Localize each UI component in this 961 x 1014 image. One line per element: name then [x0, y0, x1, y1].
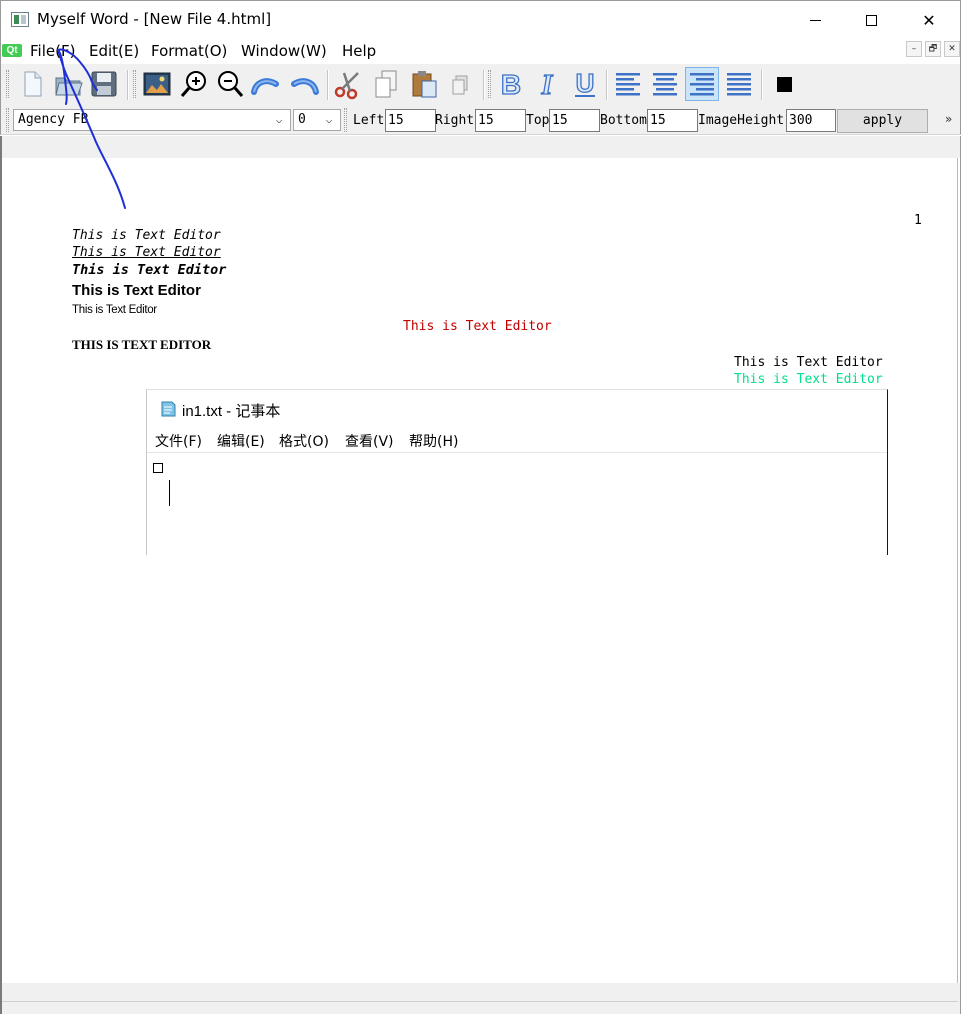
- notepad-icon: [161, 401, 176, 417]
- zoom-out-icon[interactable]: [213, 67, 247, 101]
- toolbar-separator: [327, 70, 329, 100]
- toolbar-grip[interactable]: [6, 108, 9, 132]
- underline-icon[interactable]: U: [568, 67, 602, 101]
- main-toolbar: B I U: [0, 64, 961, 104]
- minimize-icon: [809, 19, 821, 21]
- svg-text:I: I: [541, 70, 554, 100]
- chevron-down-icon: ⌵: [325, 113, 333, 126]
- toolbar-separator: [483, 70, 485, 100]
- notepad-menu-view[interactable]: 查看(V): [345, 431, 394, 451]
- zoom-in-icon[interactable]: [177, 67, 211, 101]
- image-height-input[interactable]: 300: [786, 109, 836, 132]
- notepad-menu-divider: [147, 452, 887, 453]
- open-file-icon[interactable]: [51, 67, 85, 101]
- app-icon: [11, 12, 29, 27]
- align-center-icon[interactable]: [648, 67, 682, 101]
- align-right-icon[interactable]: [685, 67, 719, 101]
- menu-edit[interactable]: Edit(E): [89, 42, 139, 60]
- status-bar: [0, 983, 961, 1014]
- title-bar: Myself Word - [New File 4.html] ✕: [0, 0, 961, 38]
- toolbar-separator: [761, 70, 763, 100]
- document-text-line[interactable]: This is Text Editor: [72, 304, 157, 316]
- toolbar-grip[interactable]: [344, 108, 347, 132]
- notepad-content-glyph: [153, 463, 163, 473]
- italic-icon[interactable]: I: [530, 67, 564, 101]
- font-size-select[interactable]: 0 ⌵: [293, 109, 341, 131]
- menu-help[interactable]: Help: [342, 42, 376, 60]
- svg-text:B: B: [501, 69, 521, 100]
- document-text-line[interactable]: This is Text Editor: [72, 228, 221, 243]
- mdi-close-button[interactable]: ✕: [944, 41, 960, 57]
- document-text-line[interactable]: This is Text Editor: [403, 319, 552, 334]
- window-title: Myself Word - [New File 4.html]: [37, 10, 272, 28]
- image-height-label: ImageHeight: [698, 113, 785, 128]
- document-text-line[interactable]: This is Text Editor: [72, 282, 201, 299]
- apply-button[interactable]: apply: [837, 109, 928, 133]
- notepad-menu-help[interactable]: 帮助(H): [409, 431, 458, 451]
- document-text-line[interactable]: This is Text Editor: [72, 262, 226, 278]
- copy-icon[interactable]: [369, 67, 403, 101]
- close-icon: ✕: [922, 10, 936, 30]
- notepad-title: in1.txt - 记事本: [182, 403, 281, 420]
- menu-bar: Qt File(F) Edit(E) Format(O) Window(W) H…: [0, 38, 961, 64]
- toolbar-grip[interactable]: [133, 70, 136, 98]
- left-margin-input[interactable]: 15: [385, 109, 436, 132]
- page-number: 1: [914, 213, 922, 228]
- paste-icon[interactable]: [407, 67, 441, 101]
- mdi-minimize-button[interactable]: –: [906, 41, 922, 57]
- font-family-select[interactable]: Agency FB ⌵: [13, 109, 291, 131]
- text-color-icon[interactable]: [767, 67, 801, 101]
- menu-window[interactable]: Window(W): [241, 42, 327, 60]
- document-text-line[interactable]: THIS IS TEXT EDITOR: [72, 337, 211, 353]
- maximize-icon: [865, 14, 877, 26]
- format-toolbar: Agency FB ⌵ 0 ⌵ Left 15 Right 15 Top 15 …: [0, 104, 961, 135]
- minimize-button[interactable]: [786, 1, 844, 39]
- right-margin-input[interactable]: 15: [475, 109, 526, 132]
- toolbar-grip[interactable]: [6, 70, 9, 98]
- bold-icon[interactable]: B: [494, 67, 528, 101]
- toolbar-separator: [127, 70, 129, 100]
- cut-icon[interactable]: [331, 67, 365, 101]
- menu-format[interactable]: Format(O): [151, 42, 227, 60]
- document-text-line[interactable]: This is Text Editor: [734, 372, 883, 387]
- top-margin-label: Top: [526, 113, 550, 128]
- close-button[interactable]: ✕: [900, 1, 958, 39]
- right-margin-label: Right: [435, 113, 475, 128]
- chevron-down-icon: ⌵: [275, 113, 283, 126]
- paste-special-icon[interactable]: [443, 67, 477, 101]
- document-text-line[interactable]: This is Text Editor: [72, 245, 221, 260]
- notepad-menu-edit[interactable]: 编辑(E): [217, 431, 265, 451]
- notepad-menu-file[interactable]: 文件(F): [155, 431, 202, 451]
- maximize-button[interactable]: [842, 1, 900, 39]
- left-margin-label: Left: [353, 113, 385, 128]
- document-top-strip: [0, 136, 961, 158]
- font-size-value: 0: [298, 112, 306, 127]
- new-file-icon[interactable]: [15, 67, 49, 101]
- status-divider: [2, 1001, 958, 1002]
- font-family-value: Agency FB: [18, 112, 89, 127]
- toolbar-grip[interactable]: [488, 70, 491, 98]
- text-caret: [169, 480, 170, 506]
- top-margin-input[interactable]: 15: [549, 109, 600, 132]
- svg-text:U: U: [576, 68, 595, 98]
- redo-icon[interactable]: [287, 67, 321, 101]
- bottom-margin-label: Bottom: [600, 113, 647, 128]
- align-left-icon[interactable]: [611, 67, 645, 101]
- qt-logo: Qt: [2, 44, 22, 57]
- notepad-window[interactable]: in1.txt - 记事本 文件(F) 编辑(E) 格式(O) 查看(V) 帮助…: [146, 389, 888, 555]
- insert-image-icon[interactable]: [140, 67, 174, 101]
- mdi-restore-button[interactable]: 🗗: [925, 41, 941, 57]
- save-icon[interactable]: [87, 67, 121, 101]
- document-text-line[interactable]: This is Text Editor: [734, 355, 883, 370]
- bottom-margin-input[interactable]: 15: [647, 109, 698, 132]
- toolbar-separator: [606, 70, 608, 100]
- toolbar-overflow-icon[interactable]: »: [945, 112, 952, 126]
- menu-file[interactable]: File(F): [30, 42, 75, 60]
- justify-icon[interactable]: [722, 67, 756, 101]
- undo-icon[interactable]: [249, 67, 283, 101]
- notepad-menu-format[interactable]: 格式(O): [279, 431, 329, 451]
